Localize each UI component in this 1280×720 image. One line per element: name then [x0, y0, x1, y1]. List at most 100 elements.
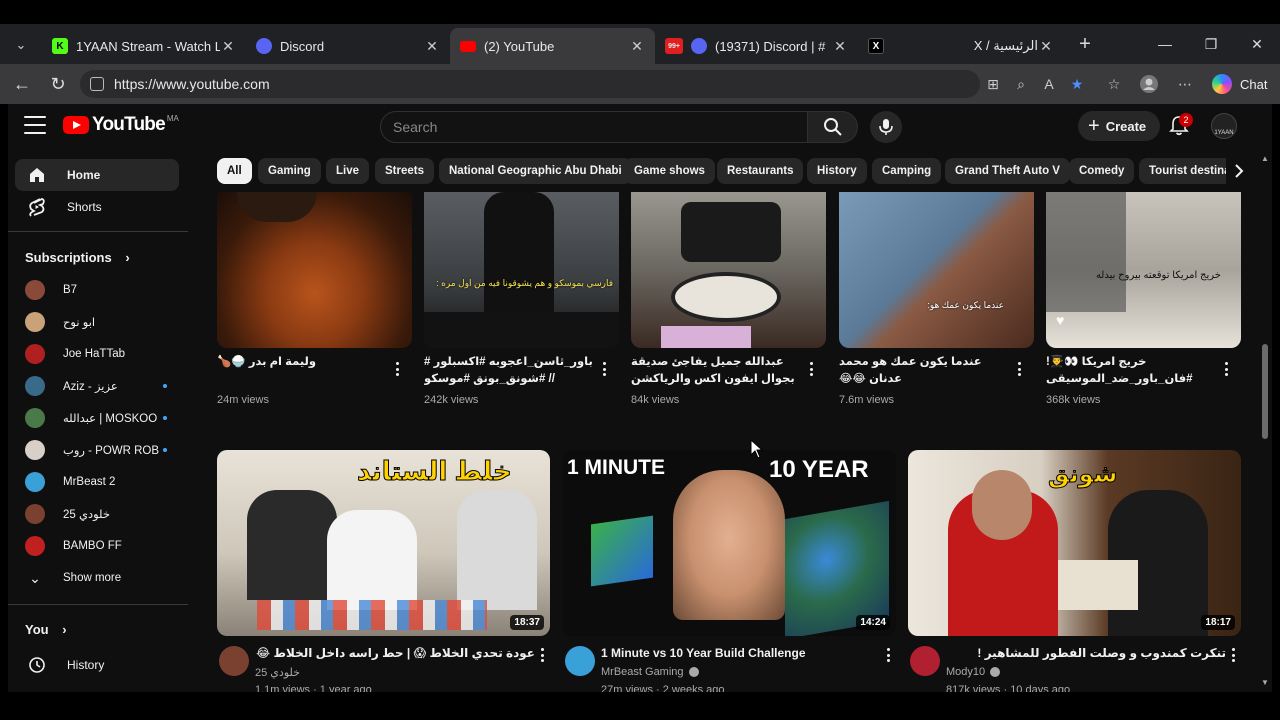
channel-avatar[interactable] [910, 646, 940, 676]
read-aloud-icon[interactable]: A [1039, 74, 1059, 94]
apps-icon[interactable]: ⊞ [983, 74, 1003, 94]
chip-gta-v[interactable]: Grand Theft Auto V [945, 158, 1070, 184]
more-actions-icon[interactable] [541, 648, 545, 662]
youtube-logo[interactable]: YouTube MA [63, 114, 179, 136]
chip-game-shows[interactable]: Game shows [624, 158, 715, 184]
you-heading[interactable]: You › [25, 622, 67, 637]
sidebar-item-history[interactable]: History [15, 649, 179, 681]
site-info-icon[interactable] [90, 77, 104, 91]
scroll-up-arrow-icon[interactable]: ▲ [1261, 154, 1269, 163]
video-card[interactable]: خلط الستاند 18:37 عودة تحدي الخلاط 😱 | ح… [217, 450, 550, 692]
sidebar-item-subscription[interactable]: ابو نوح [15, 307, 179, 337]
chip-national-geographic[interactable]: National Geographic Abu Dhabi [439, 158, 632, 184]
sidebar-item-subscription[interactable]: روب - POWR ROB [15, 435, 179, 465]
short-thumbnail[interactable] [631, 192, 826, 348]
minimize-icon[interactable]: — [1150, 32, 1180, 56]
more-actions-icon[interactable] [1232, 648, 1236, 662]
short-title[interactable]: عبدالله جميل يفاجئ صديقة بجوال ايفون اكس… [631, 354, 801, 388]
channel-name[interactable]: خلودي 25 [255, 666, 300, 679]
short-card[interactable]: عبدالله جميل يفاجئ صديقة بجوال ايفون اكس… [631, 192, 826, 406]
browser-tab-x[interactable]: X X / الرئيسية ✕ [858, 28, 1064, 64]
sidebar-item-subscription[interactable]: MrBeast 2 [15, 467, 179, 497]
browser-tab-discord-2[interactable]: 99+ (19371) Discord | # ✕ [655, 28, 858, 64]
more-actions-icon[interactable] [1225, 362, 1229, 376]
sidebar-item-subscription[interactable]: B7 [15, 275, 179, 305]
close-tab-icon[interactable]: ✕ [1038, 38, 1054, 55]
zoom-icon[interactable]: ⌕ [1011, 74, 1031, 94]
sidebar-item-subscription[interactable]: عبدالله | MOSKOO [15, 403, 179, 433]
chip-live[interactable]: Live [326, 158, 370, 184]
short-title[interactable]: خريج امريكا 👀👨‍🎓! #فان_باور_ضد_الموسيقى … [1046, 354, 1216, 388]
sidebar-item-subscription[interactable]: خلودي 25 [15, 499, 179, 529]
create-button[interactable]: + Create [1078, 111, 1161, 141]
video-thumbnail[interactable]: 1 MINUTE 10 YEAR 14:24 [563, 450, 896, 636]
video-thumbnail[interactable]: شونق 18:17 [908, 450, 1241, 636]
channel-avatar[interactable] [219, 646, 249, 676]
more-actions-icon[interactable] [1018, 362, 1022, 376]
browser-tab-discord[interactable]: Discord ✕ [246, 28, 450, 64]
close-tab-icon[interactable]: ✕ [832, 38, 848, 55]
video-thumbnail[interactable]: خلط الستاند 18:37 [217, 450, 550, 636]
chip-gaming[interactable]: Gaming [258, 158, 321, 184]
sidebar-item-subscription[interactable]: Joe HaTTab [15, 339, 179, 369]
video-card[interactable]: 1 MINUTE 10 YEAR 14:24 1 Minute vs 10 Ye… [563, 450, 896, 692]
chip-camping[interactable]: Camping [872, 158, 942, 184]
profile-icon[interactable] [1139, 74, 1159, 94]
short-card[interactable]: خريج امريكا توقعته بيروح بيدله ♥ خريج ام… [1046, 192, 1241, 406]
account-avatar[interactable]: 1YAAN [1211, 113, 1237, 139]
video-title[interactable]: 1 Minute vs 10 Year Build Challenge [601, 646, 881, 660]
copilot-chat-button[interactable]: Chat [1206, 69, 1277, 99]
chips-next-button[interactable] [1226, 158, 1252, 184]
voice-search-button[interactable] [870, 111, 902, 143]
new-tab-icon[interactable]: + [1074, 34, 1096, 56]
address-bar[interactable]: https://www.youtube.com [80, 70, 980, 98]
short-thumbnail[interactable]: خريج امريكا توقعته بيروح بيدله ♥ [1046, 192, 1241, 348]
sidebar-item-shorts[interactable]: Shorts [15, 191, 179, 223]
search-input[interactable]: Search [380, 111, 808, 143]
short-thumbnail[interactable] [217, 192, 412, 348]
favorites-icon[interactable]: ☆ [1104, 74, 1124, 94]
restore-icon[interactable]: ❐ [1196, 32, 1226, 56]
hamburger-menu-icon[interactable] [24, 116, 46, 134]
more-actions-icon[interactable] [887, 648, 891, 662]
channel-avatar[interactable] [565, 646, 595, 676]
subscriptions-heading[interactable]: Subscriptions › [25, 250, 130, 265]
scrollbar-thumb[interactable] [1262, 344, 1268, 439]
short-title[interactable]: باور_ثاسن_اعجوبه #اكسبلور # // #شونق_بون… [424, 354, 594, 388]
sidebar-item-subscription[interactable]: Aziz - عزيز [15, 371, 179, 401]
channel-name[interactable]: MrBeast Gaming [601, 666, 699, 678]
close-tab-icon[interactable]: ✕ [220, 38, 236, 55]
tab-actions-menu-icon[interactable]: ⌄ [8, 32, 34, 58]
favorite-star-icon[interactable]: ★ [1067, 74, 1087, 94]
short-title[interactable]: عندما يكون عمك هو محمد عدنان 😂😂 [839, 354, 1009, 388]
video-title[interactable]: تنكرت كمندوب و وصلت الفطور للمشاهير ! [946, 646, 1226, 660]
short-thumbnail[interactable]: عندما يكون عمك هو: [839, 192, 1034, 348]
close-tab-icon[interactable]: ✕ [629, 38, 645, 55]
chip-all[interactable]: All [217, 158, 252, 184]
chip-restaurants[interactable]: Restaurants [717, 158, 804, 184]
reload-icon[interactable]: ↻ [44, 72, 72, 96]
more-actions-icon[interactable] [810, 362, 814, 376]
short-title[interactable]: وليمة ام بدر 🍚🍗 [217, 354, 387, 388]
short-card[interactable]: فارسي بموسكو و هم يشوقونا فيه من اول مره… [424, 192, 619, 406]
sidebar-item-subscription[interactable]: BAMBO FF [15, 531, 179, 561]
short-thumbnail[interactable]: فارسي بموسكو و هم يشوقونا فيه من اول مره… [424, 192, 619, 348]
show-more-button[interactable]: ⌄ Show more [15, 563, 179, 593]
chip-streets[interactable]: Streets [375, 158, 434, 184]
back-arrow-icon[interactable]: ← [8, 72, 36, 96]
sidebar-item-home[interactable]: Home [15, 159, 179, 191]
chip-comedy[interactable]: Comedy [1069, 158, 1135, 184]
browser-tab-kick[interactable]: K 1YAAN Stream - Watch Live ✕ [42, 28, 246, 64]
video-card[interactable]: شونق 18:17 تنكرت كمندوب و وصلت الفطور لل… [908, 450, 1241, 692]
close-tab-icon[interactable]: ✕ [424, 38, 440, 55]
chip-history[interactable]: History [807, 158, 867, 184]
more-options-icon[interactable]: ⋯ [1175, 74, 1195, 94]
channel-name[interactable]: Mody10 [946, 666, 1001, 678]
short-card[interactable]: وليمة ام بدر 🍚🍗 24m views [217, 192, 412, 406]
scroll-down-arrow-icon[interactable]: ▼ [1261, 678, 1269, 687]
browser-tab-youtube[interactable]: (2) YouTube ✕ [450, 28, 655, 64]
close-window-icon[interactable]: ✕ [1242, 32, 1272, 56]
video-title[interactable]: عودة تحدي الخلاط 😱 | حط راسه داخل الخلاط… [255, 646, 535, 660]
search-button[interactable] [808, 111, 858, 143]
short-card[interactable]: عندما يكون عمك هو: عندما يكون عمك هو محم… [839, 192, 1034, 406]
